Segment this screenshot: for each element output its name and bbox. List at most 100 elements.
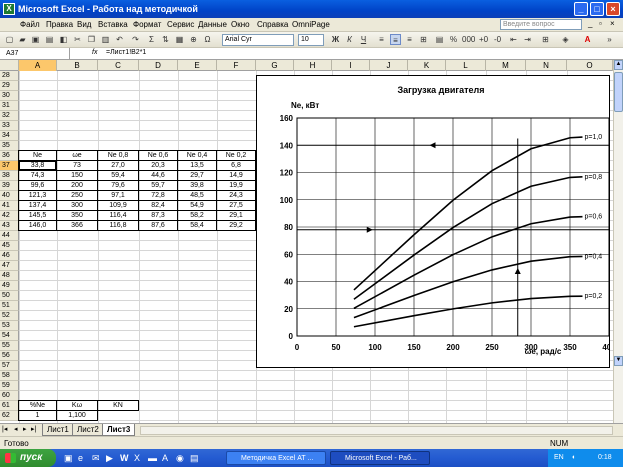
ask-question-input[interactable]: Введите вопрос [500,19,582,30]
chart-wizard-icon[interactable]: ▦ [174,34,185,45]
table-cell[interactable]: 1 [18,410,57,421]
row-header[interactable]: 49 [0,281,19,291]
menu-data[interactable]: Данные [198,20,227,29]
row-header[interactable]: 59 [0,381,19,391]
tab-prev-icon[interactable]: ◂ [14,425,18,433]
chart-area[interactable]: Загрузка двигателя Ne, кВт ωe, рад/с 0 20… [256,75,616,368]
paste-icon[interactable]: ▥ [100,34,111,45]
font-color-icon[interactable]: A [582,34,593,45]
task-methodichka[interactable]: Методичка Excel АТ ... [226,451,326,465]
align-left-icon[interactable]: ≡ [376,34,387,45]
row-header[interactable]: 51 [0,301,19,311]
task-excel[interactable]: Microsoft Excel - Раб... [330,451,430,465]
column-header[interactable]: L [446,60,486,71]
decrease-decimal-icon[interactable]: -0 [492,34,503,45]
cut-icon[interactable]: ✂ [72,34,83,45]
doc-minimize-icon[interactable]: _ [588,19,592,28]
column-header[interactable]: J [370,60,408,71]
column-header[interactable]: C [98,60,139,71]
maximize-button[interactable]: □ [590,2,604,16]
doc-restore-icon[interactable]: ▫ [599,19,602,28]
scroll-up-icon[interactable]: ▲ [614,60,623,70]
row-header[interactable]: 46 [0,251,19,261]
minimize-button[interactable]: _ [574,2,588,16]
row-header[interactable]: 41 [0,201,19,211]
row-header[interactable]: 47 [0,261,19,271]
menu-file[interactable]: Файл [20,20,40,29]
save-icon[interactable]: ▣ [30,34,41,45]
thousands-icon[interactable]: 000 [462,34,475,45]
table-cell[interactable]: 58,4 [177,220,217,231]
underline-button[interactable]: Ч [358,34,369,45]
tab-first-icon[interactable]: |◂ [2,425,7,433]
undo-icon[interactable]: ↶ [114,34,125,45]
row-header[interactable]: 52 [0,311,19,321]
doc-close-icon[interactable]: × [610,19,615,28]
menu-tools[interactable]: Сервис [167,20,194,29]
redo-icon[interactable]: ↷ [130,34,141,45]
row-header[interactable]: 39 [0,181,19,191]
row-header[interactable]: 33 [0,121,19,131]
table-cell[interactable]: 116,8 [97,220,139,231]
decrease-indent-icon[interactable]: ⇤ [508,34,519,45]
volume-icon[interactable]: ◐ [572,449,576,467]
column-header[interactable]: G [256,60,294,71]
chat-icon[interactable]: ◉ [176,453,184,464]
menu-view[interactable]: Вид [77,20,91,29]
notes-icon[interactable]: ▤ [190,453,199,464]
word-icon[interactable]: W [120,453,129,463]
column-header[interactable]: D [139,60,178,71]
row-header[interactable]: 36 [0,151,19,161]
excel-quick-icon[interactable]: X [134,453,140,463]
omega-icon[interactable]: Ω [202,34,213,45]
row-header[interactable]: 43 [0,221,19,231]
column-header[interactable]: E [178,60,217,71]
menu-format[interactable]: Формат [133,20,161,29]
borders-icon[interactable]: ⊞ [540,34,551,45]
new-file-icon[interactable]: ▢ [4,34,15,45]
row-header[interactable]: 32 [0,111,19,121]
column-header[interactable]: M [486,60,526,71]
increase-decimal-icon[interactable]: +0 [478,34,489,45]
copy-icon[interactable]: ❐ [86,34,97,45]
currency-icon[interactable]: ▤ [434,34,445,45]
menu-omnipage[interactable]: OmniPage [292,20,330,29]
tab-next-icon[interactable]: ▸ [23,425,27,433]
merge-icon[interactable]: ⊞ [418,34,429,45]
start-button[interactable]: пуск [0,449,56,467]
row-header[interactable]: 62 [0,411,19,421]
row-header[interactable]: 34 [0,131,19,141]
print-icon[interactable]: ▤ [44,34,55,45]
column-header[interactable]: O [567,60,613,71]
scroll-down-icon[interactable]: ▼ [614,356,623,366]
row-header[interactable]: 50 [0,291,19,301]
row-header[interactable]: 48 [0,271,19,281]
folder-icon[interactable]: ▬ [148,453,157,463]
sigma-icon[interactable]: Σ [146,34,157,45]
row-header[interactable]: 60 [0,391,19,401]
pdf-icon[interactable]: A [162,453,168,463]
column-header[interactable]: F [217,60,256,71]
desktop-icon[interactable]: ▣ [64,453,73,464]
row-header[interactable]: 61 [0,401,19,411]
align-center-icon[interactable]: ≡ [390,34,401,45]
row-header[interactable]: 44 [0,231,19,241]
open-icon[interactable]: ▰ [17,34,28,45]
zoom-icon[interactable]: ⊕ [188,34,199,45]
formula-input[interactable]: =Лист1!B2*1 [106,49,146,56]
tab-sheet2[interactable]: Лист2 [72,424,104,436]
percent-icon[interactable]: % [448,34,459,45]
row-header[interactable]: 53 [0,321,19,331]
table-cell[interactable]: 1,100 [56,410,98,421]
row-header[interactable]: 45 [0,241,19,251]
select-all-corner[interactable] [0,60,19,71]
bold-button[interactable]: Ж [330,34,341,45]
media-icon[interactable]: ▶ [106,453,113,464]
row-header[interactable]: 54 [0,331,19,341]
column-header[interactable]: H [294,60,332,71]
row-header[interactable]: 57 [0,361,19,371]
row-header[interactable]: 40 [0,191,19,201]
table-cell[interactable]: 29,2 [216,220,256,231]
menu-edit[interactable]: Правка [46,20,73,29]
mail-icon[interactable]: ✉ [92,453,100,464]
